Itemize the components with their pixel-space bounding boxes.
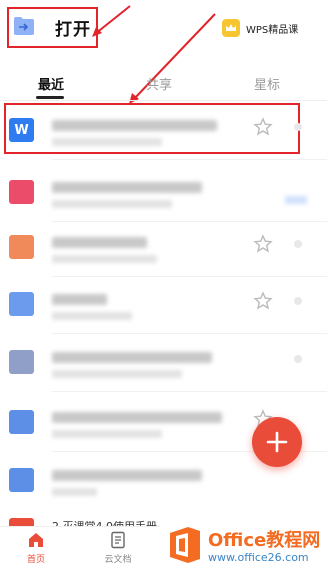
file-meta-blurred: [52, 255, 157, 263]
more-options-dot[interactable]: [294, 355, 302, 363]
word-doc-icon: [9, 292, 34, 316]
file-meta-blurred: [52, 138, 162, 146]
star-icon[interactable]: [253, 291, 273, 311]
wps-course-label: WPS精品课: [246, 24, 299, 36]
star-icon[interactable]: [253, 234, 273, 254]
file-title-blurred: [52, 237, 147, 248]
pdf-doc-icon: [9, 180, 34, 204]
file-title-blurred: [52, 182, 202, 193]
file-title-blurred: [52, 470, 202, 481]
file-meta-blurred: [52, 488, 97, 496]
word-doc-icon: W: [9, 118, 34, 142]
open-button-label: 打开: [55, 20, 91, 40]
watermark-url: www.office26.com: [208, 551, 309, 564]
nav-home-label: 首页: [26, 555, 45, 565]
watermark: Office教程网 www.office26.com: [160, 518, 327, 572]
file-meta-blurred: [52, 370, 182, 378]
more-options-dot[interactable]: [294, 297, 302, 305]
add-button[interactable]: [252, 417, 302, 467]
top-bar: 打开 WPS精品课: [0, 0, 327, 58]
file-title-blurred: [52, 352, 212, 363]
wps-course-button[interactable]: WPS精品课: [222, 16, 326, 40]
tab-shared[interactable]: 共享: [146, 74, 172, 93]
tab-starred[interactable]: 星标: [254, 74, 280, 93]
tab-recent[interactable]: 最近: [38, 74, 64, 93]
plus-icon: [266, 431, 288, 453]
watermark-title: Office教程网: [208, 530, 321, 551]
word-doc-icon: [9, 410, 34, 434]
folder-doc-icon: [9, 468, 34, 492]
nav-home[interactable]: 首页: [12, 531, 60, 571]
file-meta-blurred: [52, 200, 172, 208]
file-row[interactable]: [0, 330, 327, 392]
cloud-doc-icon: [111, 531, 125, 549]
more-options-dot[interactable]: [294, 240, 302, 248]
nav-cloud-docs-label: 云文档: [104, 555, 132, 565]
home-icon: [29, 533, 43, 547]
file-meta-blurred: [52, 312, 132, 320]
file-row[interactable]: W: [0, 98, 327, 160]
file-meta-blurred: [52, 430, 162, 438]
file-title-blurred: [52, 120, 217, 131]
file-row[interactable]: [0, 160, 327, 222]
crown-icon: [222, 19, 240, 37]
open-button[interactable]: 打开: [7, 7, 98, 47]
doc-icon: [9, 350, 34, 374]
more-options-dot[interactable]: [294, 123, 302, 131]
ppt-doc-icon: [9, 235, 34, 259]
sync-badge-blurred: [285, 196, 307, 204]
star-icon[interactable]: [253, 117, 273, 137]
nav-cloud-docs[interactable]: 云文档: [94, 531, 142, 571]
folder-icon: [14, 17, 34, 35]
file-title-blurred: [52, 294, 107, 305]
tab-bar: 最近 共享 星标: [0, 66, 327, 100]
file-title-blurred: [52, 412, 222, 423]
file-row[interactable]: [0, 215, 327, 277]
office-logo-icon: [170, 527, 200, 563]
file-row[interactable]: [0, 272, 327, 334]
